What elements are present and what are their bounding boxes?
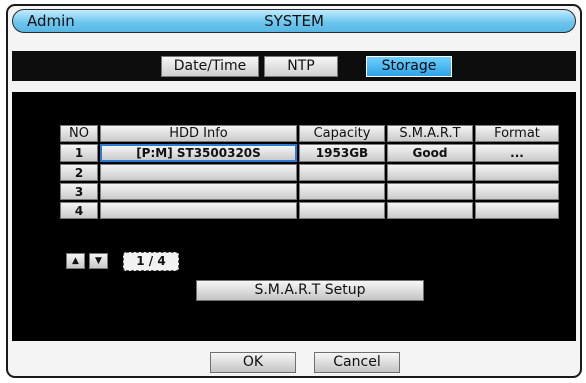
window-title: SYSTEM (264, 12, 324, 30)
column-header-capacity: Capacity (299, 125, 385, 142)
cell-no: 4 (60, 202, 98, 219)
cell-smart (387, 164, 473, 181)
table-row[interactable]: 4 (60, 202, 559, 219)
cell-capacity (299, 164, 385, 181)
table-row[interactable]: 2 (60, 164, 559, 181)
tab-strip: Date/Time NTP Storage (12, 51, 576, 81)
cancel-button[interactable]: Cancel (314, 352, 400, 373)
cell-hdd-info[interactable] (100, 183, 297, 200)
cell-no: 3 (60, 183, 98, 200)
cell-smart (387, 202, 473, 219)
format-button[interactable] (475, 164, 559, 181)
format-button[interactable]: ... (475, 144, 559, 162)
column-header-smart: S.M.A.R.T (387, 125, 473, 142)
column-header-hdd-info: HDD Info (100, 125, 297, 142)
cell-no: 2 (60, 164, 98, 181)
cell-hdd-info[interactable] (100, 164, 297, 181)
triangle-down-icon: ▼ (95, 256, 102, 266)
triangle-up-icon: ▲ (72, 256, 79, 266)
system-dialog: Admin SYSTEM Date/Time NTP Storage NO HD… (6, 4, 582, 378)
cell-hdd-info[interactable] (100, 202, 297, 219)
cell-capacity (299, 202, 385, 219)
cell-smart: Good (387, 144, 473, 162)
table-header-row: NO HDD Info Capacity S.M.A.R.T Format (60, 125, 559, 142)
corner-mark: ○ (10, 374, 17, 376)
table-row[interactable]: 1 [P:M] ST3500320S 1953GB Good ... (60, 144, 559, 162)
cell-no: 1 (60, 144, 98, 162)
column-header-no: NO (60, 125, 98, 142)
smart-setup-button[interactable]: S.M.A.R.T Setup (196, 280, 424, 301)
column-header-format: Format (475, 125, 559, 142)
format-button[interactable] (475, 202, 559, 219)
format-button[interactable] (475, 183, 559, 200)
page-up-button[interactable]: ▲ (66, 253, 85, 269)
page-down-button[interactable]: ▼ (89, 253, 108, 269)
page-indicator: 1 / 4 (123, 252, 179, 271)
cell-capacity (299, 183, 385, 200)
tab-ntp[interactable]: NTP (264, 56, 338, 77)
ok-button[interactable]: OK (210, 352, 296, 373)
cell-hdd-info[interactable]: [P:M] ST3500320S (100, 144, 297, 162)
hdd-table: NO HDD Info Capacity S.M.A.R.T Format 1 … (58, 123, 561, 221)
title-bar: Admin SYSTEM (12, 9, 576, 33)
table-row[interactable]: 3 (60, 183, 559, 200)
tab-storage[interactable]: Storage (366, 56, 452, 77)
cell-smart (387, 183, 473, 200)
tab-date-time[interactable]: Date/Time (161, 56, 259, 77)
cell-capacity: 1953GB (299, 144, 385, 162)
